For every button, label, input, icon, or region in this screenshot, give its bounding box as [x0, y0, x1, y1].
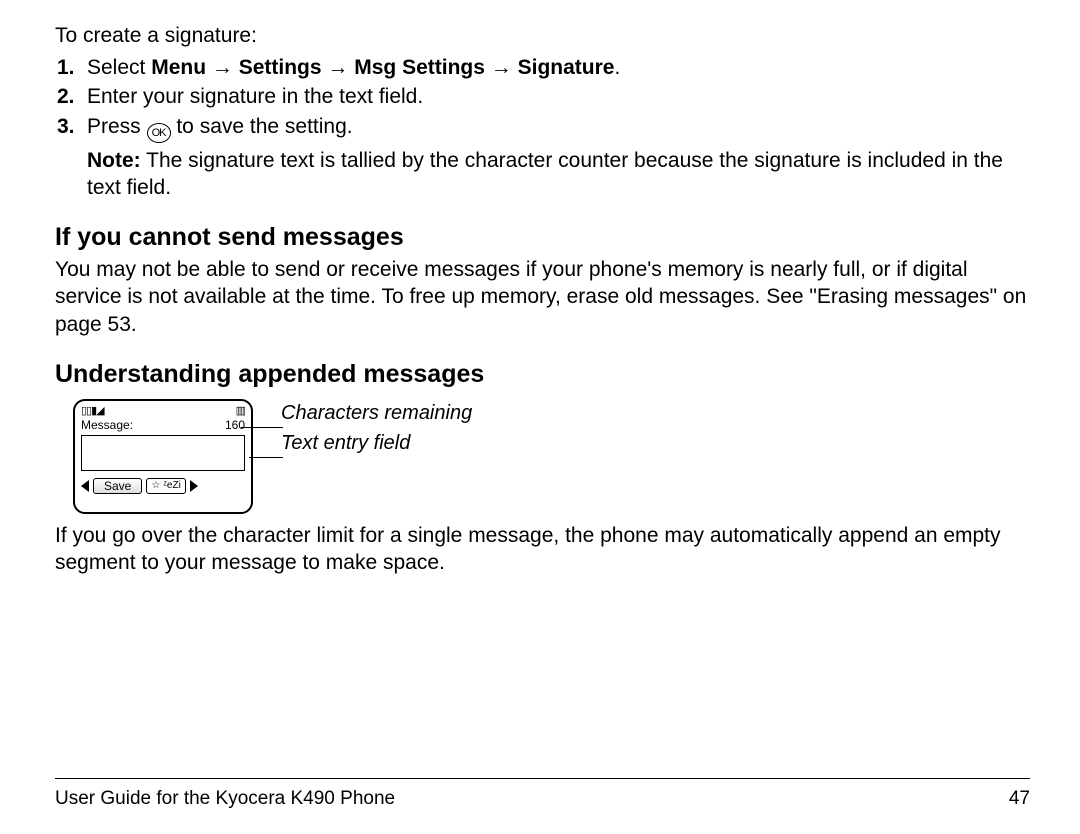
callout-text-entry-field: Text entry field	[281, 432, 472, 454]
page-number: 47	[1009, 788, 1030, 810]
phone-diagram-wrap: ▯▯▮◢ ▥ Message: 160 Save ☆ ᶻeZi	[73, 399, 253, 514]
callout-column: Characters remaining Text entry field	[253, 399, 472, 454]
character-count: 160	[225, 418, 245, 432]
footer-title: User Guide for the Kyocera K490 Phone	[55, 788, 395, 810]
step-3-pre: Press	[87, 115, 147, 138]
step-2-content: Enter your signature in the text field.	[87, 83, 1030, 110]
footer-rule	[55, 778, 1030, 779]
right-arrow-icon	[190, 480, 198, 492]
period: .	[614, 56, 620, 79]
mode-icon-1: ☆	[151, 479, 160, 493]
leader-line-textfield	[249, 457, 283, 458]
ok-button-icon: OK	[147, 123, 171, 143]
phone-diagram-row: ▯▯▮◢ ▥ Message: 160 Save ☆ ᶻeZi	[73, 399, 1030, 514]
phone-status-bar: ▯▯▮◢ ▥	[81, 405, 245, 417]
step-3-post: to save the setting.	[171, 115, 353, 138]
step-1-content: Select Menu → Settings → Msg Settings → …	[87, 54, 1030, 81]
step-2-number: 2.	[55, 83, 87, 110]
phone-screen-frame: ▯▯▮◢ ▥ Message: 160 Save ☆ ᶻeZi	[73, 399, 253, 514]
arrow-icon: →	[212, 56, 233, 79]
step-3: 3. Press OK to save the setting.	[55, 113, 1030, 143]
note-label: Note:	[87, 149, 141, 172]
page-footer: User Guide for the Kyocera K490 Phone 47	[55, 788, 1030, 810]
menu-path-menu: Menu	[151, 56, 206, 79]
menu-path-signature: Signature	[518, 56, 615, 79]
step-1: 1. Select Menu → Settings → Msg Settings…	[55, 54, 1030, 81]
phone-message-row: Message: 160	[81, 418, 245, 432]
left-arrow-icon	[81, 480, 89, 492]
message-label: Message:	[81, 418, 133, 432]
phone-softkey-row: Save ☆ ᶻeZi	[81, 478, 245, 494]
section-appended-body: If you go over the character limit for a…	[55, 522, 1030, 577]
section-appended-heading: Understanding appended messages	[55, 360, 1030, 389]
section-cannot-send-body: You may not be able to send or receive m…	[55, 256, 1030, 338]
arrow-icon: →	[327, 56, 348, 79]
callout-characters-remaining: Characters remaining	[281, 402, 472, 424]
intro-text: To create a signature:	[55, 24, 1030, 48]
note-body: The signature text is tallied by the cha…	[87, 149, 1003, 199]
mode-icon-2: ᶻeZi	[163, 479, 180, 493]
note-block: Note: The signature text is tallied by t…	[87, 147, 1030, 202]
signal-icon: ▯▯▮◢	[81, 405, 104, 417]
battery-icon: ▥	[236, 405, 245, 417]
step-3-content: Press OK to save the setting.	[87, 113, 1030, 143]
step-1-pre: Select	[87, 56, 151, 79]
step-3-number: 3.	[55, 113, 87, 143]
step-2: 2. Enter your signature in the text fiel…	[55, 83, 1030, 110]
steps-list: 1. Select Menu → Settings → Msg Settings…	[55, 54, 1030, 143]
input-mode-softkey: ☆ ᶻeZi	[146, 478, 185, 494]
phone-text-entry-field	[81, 435, 245, 471]
save-softkey: Save	[93, 478, 142, 494]
menu-path-settings: Settings	[239, 56, 322, 79]
section-cannot-send-heading: If you cannot send messages	[55, 223, 1030, 252]
document-page: To create a signature: 1. Select Menu → …	[0, 0, 1080, 834]
step-1-number: 1.	[55, 54, 87, 81]
menu-path-msg-settings: Msg Settings	[354, 56, 485, 79]
arrow-icon: →	[491, 56, 512, 79]
